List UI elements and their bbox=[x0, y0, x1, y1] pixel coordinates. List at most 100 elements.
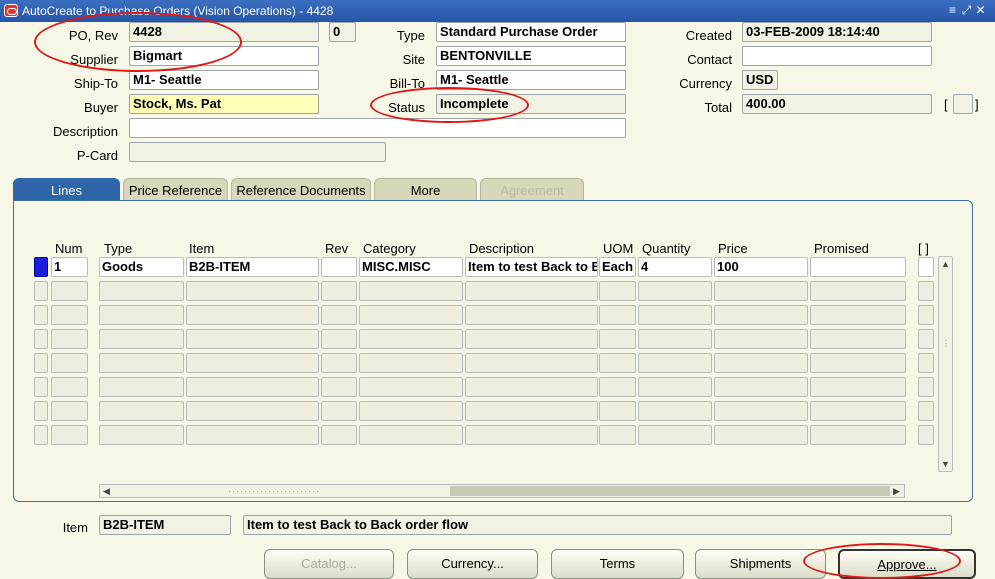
type-field[interactable]: Standard Purchase Order bbox=[436, 22, 626, 42]
line-cell-uom[interactable] bbox=[599, 377, 636, 397]
pcard-field[interactable] bbox=[129, 142, 386, 162]
ship-to-field[interactable]: M1- Seattle bbox=[129, 70, 319, 90]
description-field[interactable] bbox=[129, 118, 626, 138]
line-cell-dff[interactable] bbox=[918, 377, 934, 397]
line-cell-category[interactable]: MISC.MISC bbox=[359, 257, 463, 277]
line-cell-promised[interactable] bbox=[810, 257, 906, 277]
line-cell-price[interactable] bbox=[714, 281, 808, 301]
line-cell-price[interactable] bbox=[714, 425, 808, 445]
line-cell-quantity[interactable] bbox=[638, 377, 712, 397]
scroll-up-icon[interactable]: ▲ bbox=[941, 259, 950, 269]
line-cell-dff[interactable] bbox=[918, 329, 934, 349]
line-cell-dff[interactable] bbox=[918, 281, 934, 301]
line-cell-uom[interactable] bbox=[599, 353, 636, 373]
revision-field[interactable]: 0 bbox=[329, 22, 356, 42]
buyer-field[interactable]: Stock, Ms. Pat bbox=[129, 94, 319, 114]
line-cell-category[interactable] bbox=[359, 281, 463, 301]
bill-to-field[interactable]: M1- Seattle bbox=[436, 70, 626, 90]
line-cell-category[interactable] bbox=[359, 377, 463, 397]
line-cell-price[interactable]: 100 bbox=[714, 257, 808, 277]
line-cell-uom[interactable] bbox=[599, 281, 636, 301]
line-cell-description[interactable] bbox=[465, 305, 598, 325]
approve-button[interactable]: Approve... bbox=[838, 549, 976, 579]
line-cell-num[interactable] bbox=[51, 281, 88, 301]
line-cell-uom[interactable] bbox=[599, 329, 636, 349]
line-cell-promised[interactable] bbox=[810, 353, 906, 373]
line-cell-category[interactable] bbox=[359, 401, 463, 421]
line-cell-type[interactable] bbox=[99, 305, 184, 325]
line-cell-promised[interactable] bbox=[810, 425, 906, 445]
line-cell-num[interactable] bbox=[51, 329, 88, 349]
line-cell-promised[interactable] bbox=[810, 377, 906, 397]
line-cell-description[interactable] bbox=[465, 353, 598, 373]
line-cell-item[interactable] bbox=[186, 281, 319, 301]
line-cell-category[interactable] bbox=[359, 353, 463, 373]
line-cell-price[interactable] bbox=[714, 401, 808, 421]
close-icon[interactable]: ✕ bbox=[975, 3, 989, 17]
supplier-field[interactable]: Bigmart bbox=[129, 46, 319, 66]
line-cell-rev[interactable] bbox=[321, 401, 357, 421]
line-cell-uom[interactable] bbox=[599, 401, 636, 421]
line-cell-num[interactable]: 1 bbox=[51, 257, 88, 277]
descriptive-flexfield[interactable] bbox=[953, 94, 973, 114]
line-cell-type[interactable] bbox=[99, 353, 184, 373]
line-cell-description[interactable] bbox=[465, 401, 598, 421]
line-cell-uom[interactable] bbox=[599, 305, 636, 325]
line-cell-description[interactable] bbox=[465, 425, 598, 445]
horizontal-scroll-thumb[interactable] bbox=[450, 486, 890, 496]
line-cell-rev[interactable] bbox=[321, 377, 357, 397]
line-cell-num[interactable] bbox=[51, 377, 88, 397]
line-cell-type[interactable]: Goods bbox=[99, 257, 184, 277]
line-cell-type[interactable] bbox=[99, 425, 184, 445]
line-cell-uom[interactable]: Each bbox=[599, 257, 636, 277]
line-cell-item[interactable] bbox=[186, 353, 319, 373]
line-cell-price[interactable] bbox=[714, 329, 808, 349]
status-field[interactable]: Incomplete bbox=[436, 94, 626, 114]
line-cell-item[interactable] bbox=[186, 425, 319, 445]
line-cell-num[interactable] bbox=[51, 353, 88, 373]
line-cell-price[interactable] bbox=[714, 305, 808, 325]
line-cell-rev[interactable] bbox=[321, 425, 357, 445]
tab-price-reference[interactable]: Price Reference bbox=[123, 178, 228, 200]
line-cell-price[interactable] bbox=[714, 353, 808, 373]
footer-item-field[interactable]: B2B-ITEM bbox=[99, 515, 231, 535]
line-cell-item[interactable] bbox=[186, 305, 319, 325]
line-cell-num[interactable] bbox=[51, 401, 88, 421]
lines-horizontal-scrollbar[interactable]: ◀ ······················· ▶ bbox=[99, 484, 905, 498]
line-cell-promised[interactable] bbox=[810, 401, 906, 421]
record-indicator[interactable] bbox=[34, 281, 48, 301]
line-cell-description[interactable] bbox=[465, 281, 598, 301]
line-cell-promised[interactable] bbox=[810, 329, 906, 349]
line-cell-quantity[interactable] bbox=[638, 281, 712, 301]
line-cell-item[interactable] bbox=[186, 377, 319, 397]
line-cell-item[interactable]: B2B-ITEM bbox=[186, 257, 319, 277]
line-cell-uom[interactable] bbox=[599, 425, 636, 445]
line-cell-type[interactable] bbox=[99, 401, 184, 421]
line-cell-category[interactable] bbox=[359, 425, 463, 445]
scroll-down-icon[interactable]: ▼ bbox=[941, 459, 950, 469]
line-cell-promised[interactable] bbox=[810, 281, 906, 301]
line-cell-num[interactable] bbox=[51, 305, 88, 325]
scroll-left-icon[interactable]: ◀ bbox=[103, 486, 110, 496]
po-number-field[interactable]: 4428 bbox=[129, 22, 319, 42]
line-cell-description[interactable]: Item to test Back to B bbox=[465, 257, 598, 277]
line-cell-dff[interactable] bbox=[918, 401, 934, 421]
scroll-right-icon[interactable]: ▶ bbox=[893, 486, 900, 496]
line-cell-num[interactable] bbox=[51, 425, 88, 445]
line-cell-rev[interactable] bbox=[321, 329, 357, 349]
line-cell-type[interactable] bbox=[99, 281, 184, 301]
line-cell-dff[interactable] bbox=[918, 257, 934, 277]
tab-lines[interactable]: Lines bbox=[13, 178, 120, 200]
catalog-button[interactable]: Catalog... bbox=[264, 549, 394, 579]
contact-field[interactable] bbox=[742, 46, 932, 66]
line-cell-type[interactable] bbox=[99, 329, 184, 349]
footer-item-description-field[interactable]: Item to test Back to Back order flow bbox=[243, 515, 952, 535]
currency-field[interactable]: USD bbox=[742, 70, 778, 90]
line-cell-rev[interactable] bbox=[321, 257, 357, 277]
created-field[interactable]: 03-FEB-2009 18:14:40 bbox=[742, 22, 932, 42]
line-cell-quantity[interactable] bbox=[638, 305, 712, 325]
line-cell-promised[interactable] bbox=[810, 305, 906, 325]
currency-button[interactable]: Currency... bbox=[407, 549, 538, 579]
line-cell-price[interactable] bbox=[714, 377, 808, 397]
line-cell-item[interactable] bbox=[186, 329, 319, 349]
